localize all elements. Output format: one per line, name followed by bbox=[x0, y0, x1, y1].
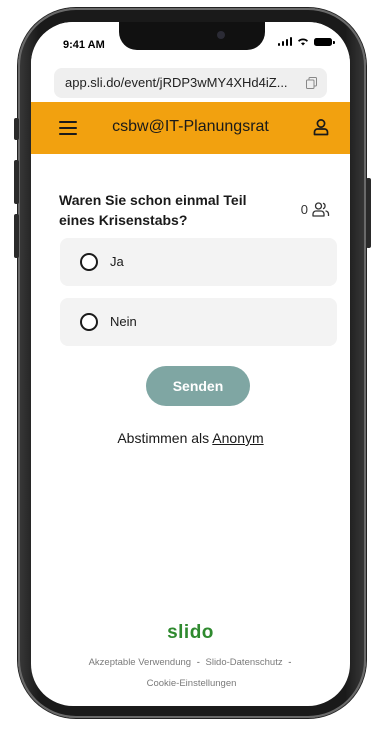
footer-separator: - bbox=[288, 657, 292, 668]
silent-switch bbox=[14, 118, 19, 140]
app-header: csbw@IT-Planungsrat bbox=[31, 102, 350, 154]
battery-icon bbox=[314, 38, 335, 46]
status-bar: 9:41 AM bbox=[31, 22, 350, 64]
status-icons bbox=[277, 37, 335, 46]
participant-count-value: 0 bbox=[300, 202, 308, 217]
radio-button[interactable] bbox=[80, 253, 98, 271]
slido-logo: slido bbox=[167, 622, 214, 643]
signal-icon bbox=[277, 37, 292, 46]
anonymous-link[interactable]: Anonym bbox=[212, 430, 263, 446]
vote-as-anonymous: Abstimmen als Anonym bbox=[31, 430, 350, 446]
acceptable-use-link[interactable]: Akzeptable Verwendung bbox=[89, 657, 191, 668]
url-text: app.sli.do/event/jRDP3wMY4XHd4iZ... bbox=[65, 75, 288, 90]
radio-button[interactable] bbox=[80, 313, 98, 331]
poll-option-nein[interactable]: Nein bbox=[60, 298, 337, 346]
cookie-settings-link[interactable]: Cookie-Einstellungen bbox=[147, 678, 237, 689]
volume-down-button bbox=[14, 214, 19, 258]
users-icon bbox=[312, 202, 330, 217]
option-label: Nein bbox=[110, 314, 137, 329]
power-button bbox=[366, 178, 371, 248]
event-title: csbw@IT-Planungsrat bbox=[112, 118, 269, 135]
footer-links: Akzeptable Verwendung - Slido-Datenschut… bbox=[53, 652, 330, 694]
status-time: 9:41 AM bbox=[63, 39, 105, 51]
footer-separator: - bbox=[196, 657, 200, 668]
phone-screen: 9:41 AM app.sli.do/event/jRDP3wMY4XHd4iZ… bbox=[31, 22, 350, 706]
wifi-icon bbox=[298, 38, 308, 46]
poll-question: Waren Sie schon einmal Teil eines Krisen… bbox=[59, 192, 247, 228]
camera-icon bbox=[217, 31, 225, 39]
user-icon[interactable] bbox=[312, 118, 330, 136]
copy-icon[interactable] bbox=[306, 77, 317, 89]
anonymous-prefix: Abstimmen als bbox=[117, 430, 210, 446]
participant-count: 0 bbox=[301, 202, 330, 217]
address-bar[interactable]: app.sli.do/event/jRDP3wMY4XHd4iZ... bbox=[54, 68, 327, 98]
privacy-link[interactable]: Slido-Datenschutz bbox=[206, 657, 283, 668]
send-button[interactable]: Senden bbox=[146, 366, 250, 406]
notch bbox=[119, 22, 265, 50]
poll-option-ja[interactable]: Ja bbox=[60, 238, 337, 286]
option-label: Ja bbox=[110, 254, 124, 269]
volume-up-button bbox=[14, 160, 19, 204]
